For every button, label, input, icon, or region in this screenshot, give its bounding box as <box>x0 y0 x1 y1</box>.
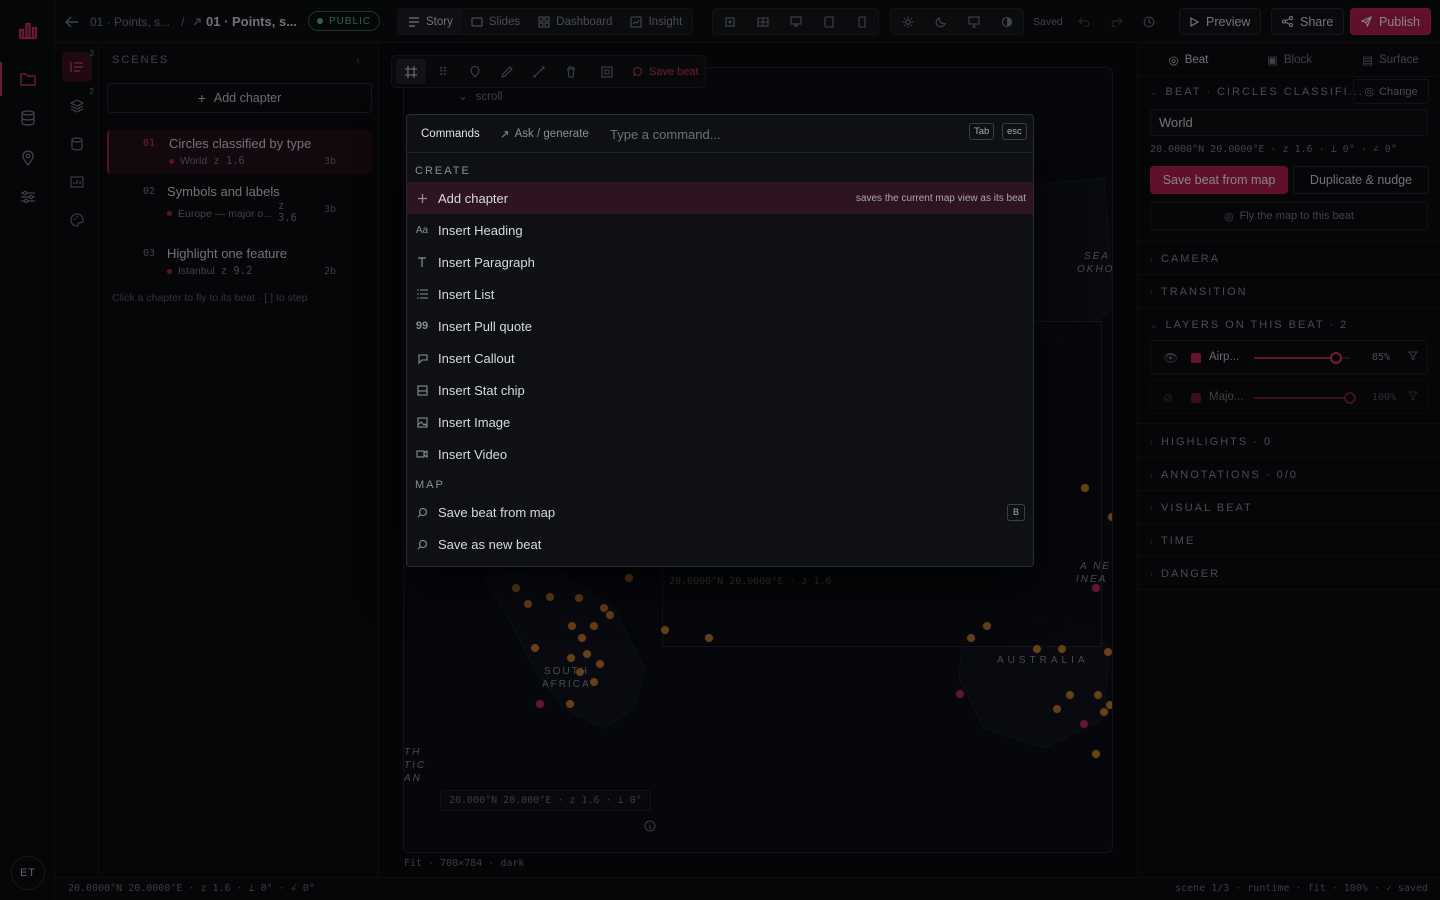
command-insert-paragraph[interactable]: Insert Paragraph <box>407 246 1033 278</box>
heading-icon: Aa <box>415 224 429 236</box>
tab-label: Ask / generate <box>514 128 589 140</box>
command-label: Save beat from map <box>438 504 556 520</box>
command-label: Insert List <box>438 286 495 302</box>
stat-icon <box>415 384 429 396</box>
command-input[interactable] <box>610 122 960 146</box>
kbd-tab: Tab <box>969 123 995 140</box>
plus-icon <box>415 193 429 204</box>
command-add-chapter[interactable]: Add chapter saves the current map view as… <box>407 182 1033 214</box>
video-icon <box>415 449 429 459</box>
quote-icon: 99 <box>415 320 429 332</box>
command-palette: Commands ↗Ask / generate Tab esc CREATE … <box>406 114 1034 567</box>
command-save-as-new-beat[interactable]: Save as new beat <box>407 528 1033 560</box>
tab-label: Commands <box>421 128 480 140</box>
command-label: Save as new beat <box>438 536 542 552</box>
command-label: Insert Paragraph <box>438 254 535 270</box>
command-label: Insert Stat chip <box>438 382 525 398</box>
command-insert-heading[interactable]: Aa Insert Heading <box>407 214 1033 246</box>
image-icon <box>415 416 429 428</box>
kbd-esc: esc <box>1002 123 1027 140</box>
command-insert-pull-quote[interactable]: 99 Insert Pull quote <box>407 310 1033 342</box>
list-icon <box>415 289 429 299</box>
arrow-up-right-icon: ↗ <box>500 129 510 141</box>
command-insert-list[interactable]: Insert List <box>407 278 1033 310</box>
command-label: Insert Video <box>438 446 508 462</box>
palette-section-create: CREATE <box>415 165 471 177</box>
camera-icon <box>415 507 429 518</box>
callout-icon <box>415 353 429 364</box>
command-insert-video[interactable]: Insert Video <box>407 438 1033 470</box>
palette-header: Commands ↗ Ask / generate Tab esc <box>407 115 1033 153</box>
command-label: Insert Pull quote <box>438 318 532 334</box>
palette-tab-ask[interactable]: ↗ Ask / generate <box>494 123 595 145</box>
palette-tab-commands[interactable]: Commands <box>415 123 486 145</box>
command-label: Insert Image <box>438 414 511 430</box>
command-shortcut: B <box>1007 503 1025 521</box>
command-insert-callout[interactable]: Insert Callout <box>407 342 1033 374</box>
command-label: Add chapter <box>438 190 509 206</box>
command-insert-image[interactable]: Insert Image <box>407 406 1033 438</box>
palette-section-map: MAP <box>415 479 445 491</box>
camera-icon <box>415 539 429 550</box>
command-insert-stat-chip[interactable]: Insert Stat chip <box>407 374 1033 406</box>
paragraph-icon <box>415 256 429 268</box>
command-duplicate-beat-nudge[interactable]: Duplicate beat & nudge <box>407 560 1033 566</box>
command-save-beat-from-map[interactable]: Save beat from map B <box>407 496 1033 528</box>
command-description: saves the current map view as its beat <box>855 192 1026 204</box>
command-label: Insert Callout <box>438 350 515 366</box>
command-label: Insert Heading <box>438 222 523 238</box>
